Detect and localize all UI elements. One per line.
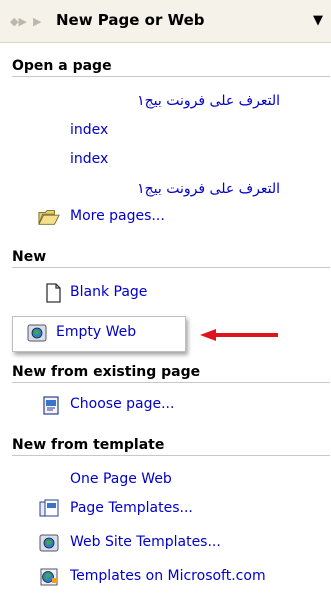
- more-pages-link[interactable]: More pages...: [70, 208, 165, 224]
- section-heading-new-from-template: New from template: [12, 435, 330, 456]
- recent-page-link[interactable]: index: [70, 150, 108, 168]
- blank-page-link[interactable]: Blank Page: [70, 284, 147, 300]
- one-page-web-link[interactable]: One Page Web: [70, 470, 172, 488]
- section-heading-new-from-existing: New from existing page: [12, 362, 330, 383]
- page-templates-icon: [39, 499, 59, 517]
- task-pane-title: New Page or Web: [56, 11, 205, 29]
- web-site-templates-icon: [39, 534, 59, 552]
- red-arrow-annotation: [200, 329, 278, 341]
- choose-page-link[interactable]: Choose page...: [70, 396, 174, 412]
- page-templates-link[interactable]: Page Templates...: [70, 500, 193, 516]
- recent-page-link[interactable]: التعرف على فرونت بيج١: [70, 180, 280, 198]
- empty-web-link[interactable]: Empty Web: [56, 324, 136, 340]
- microsoft-globe-icon: [40, 568, 58, 586]
- blank-page-icon: [46, 283, 61, 303]
- web-globe-icon: [27, 324, 47, 342]
- back-arrow-icon[interactable]: ◆▶: [10, 15, 27, 28]
- templates-online-link[interactable]: Templates on Microsoft.com: [70, 568, 266, 584]
- recent-page-link[interactable]: التعرف على فرونت بيج١: [70, 92, 280, 110]
- task-pane-header: ◆▶ ▶ New Page or Web ▼: [0, 0, 331, 43]
- choose-page-icon: [43, 396, 59, 415]
- forward-arrow-icon[interactable]: ▶: [33, 15, 41, 28]
- section-heading-open-a-page: Open a page: [12, 56, 330, 77]
- open-folder-icon: [38, 210, 60, 225]
- dropdown-icon[interactable]: ▼: [313, 13, 323, 28]
- web-site-templates-link[interactable]: Web Site Templates...: [70, 534, 221, 550]
- section-heading-new: New: [12, 247, 330, 268]
- recent-page-link[interactable]: index: [70, 121, 108, 139]
